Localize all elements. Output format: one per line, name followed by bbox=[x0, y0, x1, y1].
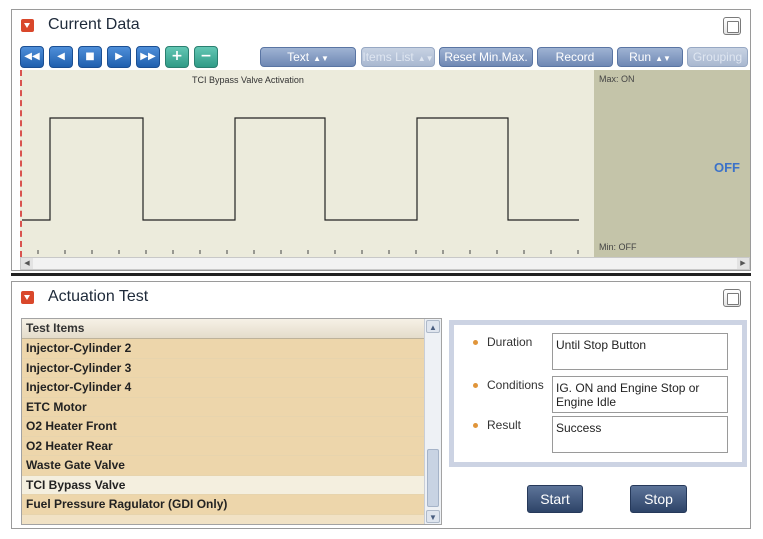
stop-icon[interactable]: ■ bbox=[78, 46, 102, 68]
current-data-header: Current Data bbox=[12, 10, 750, 40]
list-item[interactable]: ETC Motor bbox=[22, 397, 424, 417]
bullet-icon bbox=[473, 383, 478, 388]
min-label: Min: OFF bbox=[599, 242, 637, 252]
text-dropdown-label: Text bbox=[287, 50, 310, 64]
current-value: OFF bbox=[714, 160, 740, 175]
scroll-up-icon[interactable]: ▲ bbox=[426, 320, 440, 333]
start-button[interactable]: Start bbox=[527, 485, 583, 513]
minus-icon[interactable]: − bbox=[194, 46, 218, 68]
test-items-header: Test Items bbox=[22, 319, 424, 339]
actuation-test-panel: Actuation Test Test Items Injector-Cylin… bbox=[11, 281, 751, 529]
duration-value: Until Stop Button bbox=[552, 333, 728, 370]
collapse-icon[interactable] bbox=[21, 19, 34, 32]
result-label: Result bbox=[487, 418, 522, 432]
maximize-icon[interactable] bbox=[723, 17, 741, 35]
graph-horizontal-scrollbar[interactable]: ◀ ▶ bbox=[20, 257, 750, 270]
run-label: Run bbox=[629, 50, 652, 64]
list-item[interactable]: O2 Heater Rear bbox=[22, 436, 424, 456]
scroll-thumb[interactable] bbox=[427, 449, 439, 507]
actuation-test-title: Actuation Test bbox=[48, 288, 149, 305]
list-item[interactable]: Injector-Cylinder 4 bbox=[22, 378, 424, 398]
actuation-test-header: Actuation Test bbox=[12, 282, 750, 312]
list-item[interactable]: Fuel Pressure Ragulator (GDI Only) bbox=[22, 495, 424, 515]
spinner-icon: ▲▼ bbox=[313, 54, 329, 63]
bullet-icon bbox=[473, 423, 478, 428]
result-value: Success bbox=[552, 416, 728, 453]
waveform-line bbox=[22, 117, 579, 221]
list-item[interactable]: O2 Heater Front bbox=[22, 417, 424, 437]
panel-divider[interactable] bbox=[11, 273, 751, 276]
bullet-icon bbox=[473, 340, 478, 345]
list-item[interactable]: TCI Bypass Valve bbox=[22, 475, 424, 495]
record-button[interactable]: Record bbox=[537, 47, 613, 67]
spinner-icon: ▲▼ bbox=[417, 54, 434, 63]
conditions-value: IG. ON and Engine Stop or Engine Idle bbox=[552, 376, 728, 413]
stop-button[interactable]: Stop bbox=[630, 485, 687, 513]
plus-icon[interactable]: + bbox=[165, 46, 189, 68]
scroll-right-icon[interactable]: ▶ bbox=[737, 258, 749, 269]
current-data-panel: Current Data ◀◀ ◀ ■ ▶ ▶▶ + − Text ▲▼ Item… bbox=[11, 9, 751, 271]
list-item[interactable]: Waste Gate Valve bbox=[22, 456, 424, 476]
run-dropdown[interactable]: Run ▲▼ bbox=[617, 47, 683, 67]
fast-forward-icon[interactable]: ▶▶ bbox=[136, 46, 160, 68]
scroll-left-icon[interactable]: ◀ bbox=[21, 258, 33, 269]
list-vertical-scrollbar[interactable]: ▲ ▼ bbox=[424, 319, 441, 524]
test-items-list: Test Items Injector-Cylinder 2 Injector-C… bbox=[21, 318, 442, 525]
value-panel: Max: ON OFF Min: OFF bbox=[594, 70, 750, 257]
signal-waveform bbox=[22, 117, 579, 254]
graph-title: TCI Bypass Valve Activation bbox=[192, 75, 304, 85]
collapse-icon[interactable] bbox=[21, 291, 34, 304]
step-back-icon[interactable]: ◀ bbox=[49, 46, 73, 68]
scroll-down-icon[interactable]: ▼ bbox=[426, 510, 440, 523]
items-list-dropdown[interactable]: Items List ▲▼ bbox=[361, 47, 435, 67]
signal-graph: TCI Bypass Valve Activation bbox=[20, 70, 594, 257]
test-items: Injector-Cylinder 2 Injector-Cylinder 3 In… bbox=[22, 339, 424, 515]
graph-toolbar: ◀◀ ◀ ■ ▶ ▶▶ + − Text ▲▼ Items List ▲▼ Rese… bbox=[20, 45, 748, 68]
list-item[interactable]: Injector-Cylinder 2 bbox=[22, 339, 424, 359]
text-dropdown[interactable]: Text ▲▼ bbox=[260, 47, 356, 67]
maximize-icon[interactable] bbox=[723, 289, 741, 307]
items-list-label: Items List bbox=[362, 50, 414, 64]
play-icon[interactable]: ▶ bbox=[107, 46, 131, 68]
reset-min-max-button[interactable]: Reset Min.Max. bbox=[439, 47, 533, 67]
conditions-label: Conditions bbox=[487, 378, 544, 392]
list-item[interactable]: Injector-Cylinder 3 bbox=[22, 358, 424, 378]
duration-label: Duration bbox=[487, 335, 533, 349]
rewind-icon[interactable]: ◀◀ bbox=[20, 46, 44, 68]
spinner-icon: ▲▼ bbox=[655, 54, 671, 63]
test-details: Duration Until Stop Button Conditions IG… bbox=[449, 320, 747, 467]
current-data-title: Current Data bbox=[48, 16, 140, 33]
grouping-button[interactable]: Grouping bbox=[687, 47, 748, 67]
max-label: Max: ON bbox=[599, 74, 635, 84]
